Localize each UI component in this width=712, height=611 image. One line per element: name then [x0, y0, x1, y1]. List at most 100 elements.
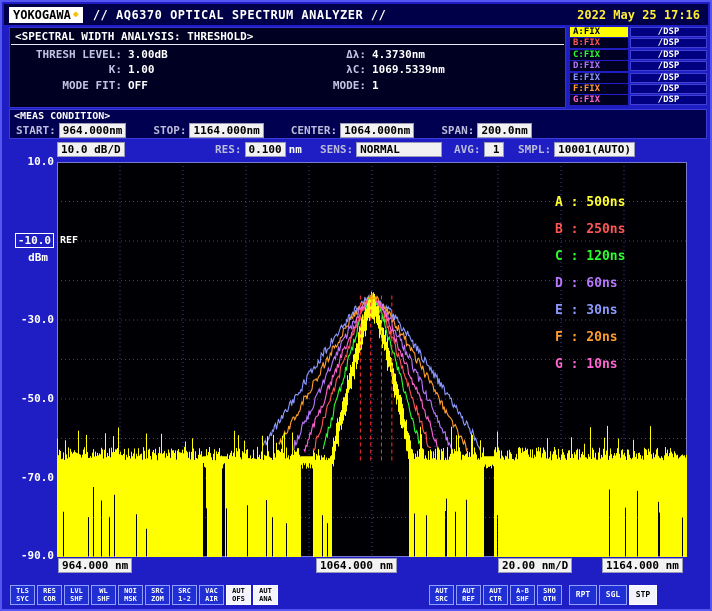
legend-item-g: G : 10ns [555, 351, 625, 378]
trace-label[interactable]: F:FIX [570, 84, 628, 94]
trace-display-mode[interactable]: /DSP [630, 61, 707, 71]
softkey-group-2: RPTSGLSTP [569, 585, 657, 605]
ref-marker-label: REF [60, 235, 78, 246]
x-center-value[interactable]: 1064.000 nm [316, 558, 397, 573]
trace-row-d[interactable]: D:FIX/DSP [570, 61, 707, 71]
smpl-label: SMPL: [518, 143, 551, 156]
x-stop-value[interactable]: 1164.000 nm [602, 558, 683, 573]
res-label: RES: [215, 143, 242, 156]
trace-display-mode[interactable]: /DSP [630, 27, 707, 37]
level-scale-value[interactable]: 10.0 dB/D [57, 142, 125, 157]
y-axis-label: -30.0 [2, 313, 54, 326]
softkey-aut-ana[interactable]: AUT ANA [253, 585, 278, 605]
legend-item-e: E : 30ns [555, 297, 625, 324]
trace-display-mode[interactable]: /DSP [630, 38, 707, 48]
meas-condition-panel: <MEAS CONDITION> START: 964.000nm STOP: … [9, 109, 707, 139]
softkey-res-cor[interactable]: RES COR [37, 585, 62, 605]
trace-panel: A:FIX/DSPB:FIX/DSPC:FIX/DSPD:FIX/DSPE:FI… [570, 27, 707, 108]
trace-row-c[interactable]: C:FIX/DSP [570, 50, 707, 60]
softkey-lvl-shf[interactable]: LVL SHF [64, 585, 89, 605]
center-label: CENTER: [291, 124, 337, 137]
yokogawa-logo: YOKOGAWA ◆ [9, 7, 83, 23]
smpl-value[interactable]: 10001(AUTO) [554, 142, 635, 157]
trace-display-mode[interactable]: /DSP [630, 84, 707, 94]
softkey-stp[interactable]: STP [629, 585, 657, 605]
softkey-aut-ref[interactable]: AUT REF [456, 585, 481, 605]
trace-label[interactable]: A:FIX [570, 27, 628, 37]
level-scale-field: 10.0 dB/D [57, 141, 125, 157]
meas-condition-title: <MEAS CONDITION> [10, 110, 706, 122]
legend-item-c: C : 120ns [555, 243, 625, 270]
center-value[interactable]: 1064.000nm [340, 123, 414, 138]
sensitivity-field: SENS: NORMAL [320, 141, 442, 157]
y-axis-unit: dBm [2, 251, 48, 264]
trace-display-mode[interactable]: /DSP [630, 50, 707, 60]
field-label: K: [10, 63, 128, 76]
res-unit: nm [289, 143, 302, 156]
trace-label[interactable]: D:FIX [570, 61, 628, 71]
trace-label[interactable]: B:FIX [570, 38, 628, 48]
top-bar: YOKOGAWA ◆ // AQ6370 OPTICAL SPECTRUM AN… [4, 4, 708, 25]
span-value[interactable]: 200.0nm [477, 123, 531, 138]
trace-display-mode[interactable]: /DSP [630, 95, 707, 105]
sens-label: SENS: [320, 143, 353, 156]
trace-label[interactable]: E:FIX [570, 73, 628, 83]
analysis-panel: <SPECTRAL WIDTH ANALYSIS: THRESHOLD> THR… [9, 27, 566, 108]
y-axis-label: -50.0 [2, 392, 54, 405]
legend-item-f: F : 20ns [555, 324, 625, 351]
trace-row-e[interactable]: E:FIX/DSP [570, 73, 707, 83]
trace-legend: A : 500nsB : 250nsC : 120nsD : 60nsE : 3… [555, 189, 625, 378]
ref-level-box: -10.0 [2, 233, 54, 248]
field-label: MODE: [280, 79, 372, 92]
softkey-tls-syc[interactable]: TLS SYC [10, 585, 35, 605]
stop-label: STOP: [153, 124, 186, 137]
y-axis-label: 10.0 [2, 155, 54, 168]
legend-item-d: D : 60ns [555, 270, 625, 297]
trace-row-f[interactable]: F:FIX/DSP [570, 84, 707, 94]
softkey-sgl[interactable]: SGL [599, 585, 627, 605]
thresh-level-value: 3.00dB [128, 48, 280, 61]
softkey-a-b-shf[interactable]: A-B SHF [510, 585, 535, 605]
lambda-c-value: 1069.5339nm [372, 63, 565, 76]
stop-value[interactable]: 1164.000nm [189, 123, 263, 138]
softkey-src-zom[interactable]: SRC ZOM [145, 585, 170, 605]
x-start-value[interactable]: 964.000 nm [58, 558, 132, 573]
sampling-field: SMPL: 10001(AUTO) [518, 141, 635, 157]
start-label: START: [16, 124, 56, 137]
softkey-src-1-2[interactable]: SRC 1-2 [172, 585, 197, 605]
x-axis-start: 964.000 nm [58, 559, 132, 572]
legend-item-b: B : 250ns [555, 216, 625, 243]
center-field: CENTER: 1064.000nm [291, 123, 415, 138]
page-title: // AQ6370 OPTICAL SPECTRUM ANALYZER // [93, 8, 387, 22]
res-value[interactable]: 0.100 [245, 142, 286, 157]
trace-row-g[interactable]: G:FIX/DSP [570, 95, 707, 105]
trace-display-mode[interactable]: /DSP [630, 73, 707, 83]
start-value[interactable]: 964.000nm [59, 123, 127, 138]
analysis-divider [11, 44, 564, 45]
trace-row-a[interactable]: A:FIX/DSP [570, 27, 707, 37]
softkey-rpt[interactable]: RPT [569, 585, 597, 605]
softkey-aut-ofs[interactable]: AUT OFS [226, 585, 251, 605]
delta-lambda-value: 4.3730nm [372, 48, 565, 61]
field-label: MODE FIT: [10, 79, 128, 92]
avg-value[interactable]: 1 [484, 142, 504, 157]
avg-label: AVG: [454, 143, 481, 156]
x-axis-center: 1064.000 nm [316, 559, 397, 572]
graph-area: REF A : 500nsB : 250nsC : 120nsD : 60nsE… [57, 162, 687, 557]
softkey-aut-ctr[interactable]: AUT CTR [483, 585, 508, 605]
softkey-group-0: TLS SYCRES CORLVL SHFWL SHFNOI MSKSRC ZO… [10, 585, 278, 605]
softkey-aut-src[interactable]: AUT SRC [429, 585, 454, 605]
ref-level-value[interactable]: -10.0 [15, 233, 54, 248]
y-axis-label: -70.0 [2, 471, 54, 484]
softkey-wl-shf[interactable]: WL SHF [91, 585, 116, 605]
softkey-sho-oth[interactable]: SHO OTH [537, 585, 562, 605]
sens-value[interactable]: NORMAL [356, 142, 442, 157]
trace-row-b[interactable]: B:FIX/DSP [570, 38, 707, 48]
trace-label[interactable]: C:FIX [570, 50, 628, 60]
logo-diamond-icon: ◆ [73, 9, 79, 20]
softkey-vac-air[interactable]: VAC AIR [199, 585, 224, 605]
x-scale-value[interactable]: 20.00 nm/D [498, 558, 572, 573]
softkey-noi-msk[interactable]: NOI MSK [118, 585, 143, 605]
y-axis-label: -90.0 [2, 549, 54, 562]
trace-label[interactable]: G:FIX [570, 95, 628, 105]
